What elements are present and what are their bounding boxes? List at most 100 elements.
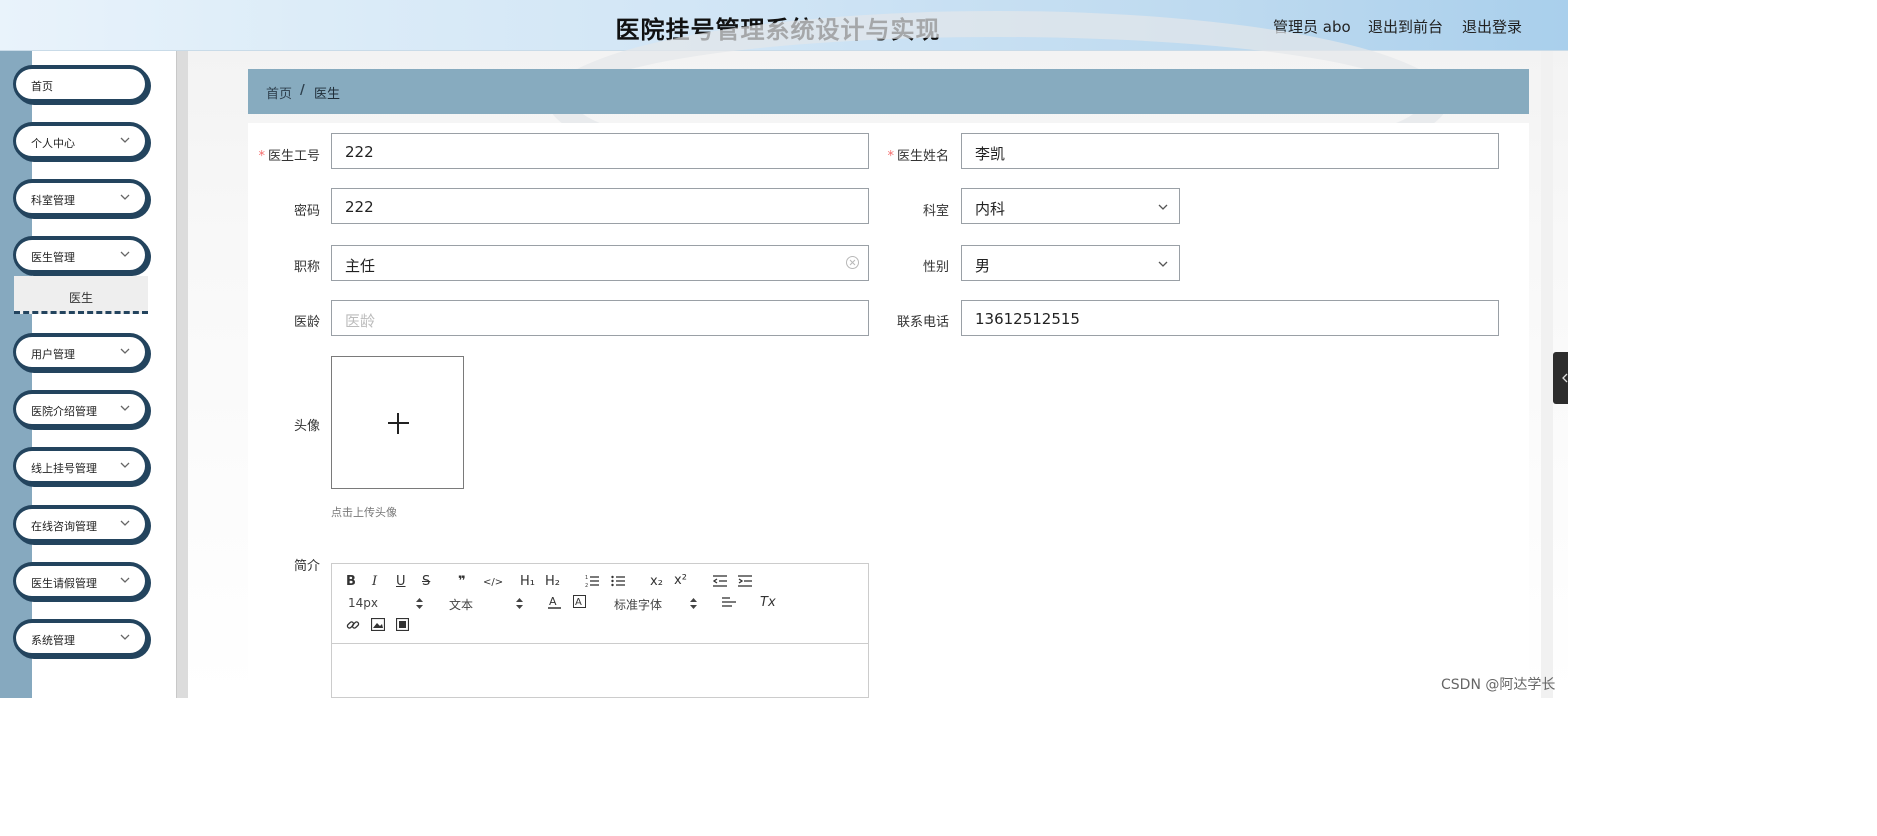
header-select[interactable]: 文本 — [449, 596, 525, 613]
title-input-value: 主任 — [345, 257, 376, 275]
phone-input[interactable]: 13612512515 — [961, 300, 1499, 336]
font-family-select[interactable]: 标准字体 — [614, 596, 698, 613]
strike-button[interactable]: S — [422, 574, 430, 590]
outdent-icon[interactable] — [713, 574, 727, 588]
clear-format-button[interactable]: Tx — [760, 595, 776, 611]
avatar-upload-tip: 点击上传头像 — [331, 506, 397, 519]
quote-button[interactable]: ❞ — [458, 574, 466, 590]
sidebar-item-doctor[interactable]: 医生管理 — [13, 236, 149, 274]
sidebar-item-user[interactable]: 用户管理 — [13, 333, 149, 371]
department-select-value: 内科 — [975, 200, 1006, 218]
sidebar-item-department[interactable]: 科室管理 — [13, 179, 149, 217]
main-scrollbar[interactable] — [1541, 51, 1553, 698]
image-icon[interactable] — [371, 618, 385, 631]
breadcrumb-home[interactable]: 首页 — [266, 83, 292, 102]
sidebar-item-label: 首页 — [31, 80, 53, 93]
background-color-icon[interactable]: A — [573, 595, 586, 609]
gender-select-value: 男 — [975, 257, 991, 275]
font-size-select[interactable]: 14px — [348, 596, 424, 610]
clear-icon[interactable] — [846, 256, 859, 269]
sidebar-item-label: 在线咨询管理 — [31, 520, 97, 533]
back-to-front-link[interactable]: 退出到前台 — [1368, 16, 1443, 37]
updown-icon — [416, 598, 423, 609]
bold-button[interactable]: B — [346, 574, 356, 590]
sidebar-item-personal-center[interactable]: 个人中心 — [13, 122, 149, 160]
chevron-down-icon — [120, 462, 130, 468]
sidebar-item-label: 医院介绍管理 — [31, 405, 97, 418]
sidebar-item-system[interactable]: 系统管理 — [13, 619, 149, 657]
chevron-down-icon — [120, 634, 130, 640]
gender-label: 性别 — [922, 260, 949, 275]
breadcrumb: 首页 / 医生 — [248, 69, 1529, 114]
chevron-down-icon — [1158, 204, 1168, 210]
gender-select[interactable]: 男 — [961, 245, 1180, 281]
italic-button[interactable]: I — [372, 574, 377, 590]
ordered-list-icon[interactable]: 1 2 — [585, 574, 599, 588]
chevron-left-icon — [1562, 373, 1568, 383]
rich-text-editor: B I U S ❞ </> H₁ H₂ 1 2 x₂ x² 14px 文本 A … — [331, 563, 869, 698]
video-icon[interactable] — [396, 618, 409, 631]
sidebar-item-doctor-leave[interactable]: 医生请假管理 — [13, 562, 149, 600]
avatar-label: 头像 — [293, 419, 320, 434]
chevron-down-icon — [1158, 261, 1168, 267]
bullet-list-icon[interactable] — [611, 574, 625, 588]
years-label: 医龄 — [293, 315, 320, 330]
font-color-icon[interactable]: A — [548, 595, 561, 609]
breadcrumb-current: 医生 — [314, 87, 341, 102]
intro-label: 简介 — [293, 559, 320, 574]
sidebar-item-hospital-intro[interactable]: 医院介绍管理 — [13, 390, 149, 428]
sidebar-item-online-registration[interactable]: 线上挂号管理 — [13, 447, 149, 485]
watermark: CSDN @阿达学长 — [1441, 677, 1556, 693]
avatar-upload-button[interactable] — [331, 356, 464, 489]
doctor-name-input[interactable]: 李凯 — [961, 133, 1499, 169]
sidebar-item-label: 线上挂号管理 — [31, 462, 97, 475]
link-icon[interactable] — [346, 618, 360, 632]
indent-icon[interactable] — [738, 574, 752, 588]
department-label: 科室 — [922, 204, 949, 219]
title-input[interactable]: 主任 — [331, 245, 869, 281]
header-select-value: 文本 — [449, 598, 474, 612]
title-label: 职称 — [293, 260, 320, 275]
h1-button[interactable]: H₁ — [520, 574, 535, 590]
sidebar-item-label: 系统管理 — [31, 634, 75, 647]
font-size-value: 14px — [348, 596, 378, 610]
updown-icon — [690, 598, 697, 609]
sidebar-item-label: 科室管理 — [31, 194, 75, 207]
chevron-down-icon — [120, 251, 130, 257]
chevron-down-icon — [120, 194, 130, 200]
sidebar-item-label: 医生请假管理 — [31, 577, 97, 590]
align-left-icon[interactable] — [722, 596, 736, 609]
code-button[interactable]: </> — [483, 575, 503, 591]
svg-text:2: 2 — [585, 583, 588, 588]
updown-icon — [516, 598, 523, 609]
underline-button[interactable]: U — [396, 574, 406, 590]
sidebar-subitem-label: 医生 — [68, 291, 93, 305]
doctor-name-label: * 医生姓名 — [887, 149, 949, 164]
sidebar-item-home[interactable]: 首页 — [13, 65, 149, 103]
sidebar-subitem-doctor[interactable]: 医生 — [14, 276, 148, 314]
superscript-button[interactable]: x² — [674, 573, 687, 589]
logout-link[interactable]: 退出登录 — [1462, 16, 1522, 37]
editor-content-area[interactable] — [332, 645, 868, 697]
sidebar-scrollbar[interactable] — [176, 51, 188, 698]
sidebar-item-label: 用户管理 — [31, 348, 75, 361]
breadcrumb-separator: / — [300, 83, 305, 98]
svg-text:A: A — [549, 595, 557, 608]
font-family-value: 标准字体 — [614, 598, 663, 612]
chevron-down-icon — [120, 348, 130, 354]
doctor-id-label: * 医生工号 — [258, 149, 320, 164]
phone-label: 联系电话 — [896, 315, 949, 330]
doctor-id-input[interactable]: 222 — [331, 133, 869, 169]
svg-text:A: A — [575, 597, 582, 608]
chevron-down-icon — [120, 520, 130, 526]
password-input[interactable]: 222 — [331, 188, 869, 224]
side-panel-toggle[interactable] — [1553, 352, 1568, 404]
department-select[interactable]: 内科 — [961, 188, 1180, 224]
subscript-button[interactable]: x₂ — [650, 574, 663, 590]
h2-button[interactable]: H₂ — [545, 574, 560, 590]
chevron-down-icon — [120, 577, 130, 583]
sidebar-item-online-consult[interactable]: 在线咨询管理 — [13, 505, 149, 543]
years-input[interactable]: 医龄 — [331, 300, 869, 336]
sidebar-item-label: 个人中心 — [31, 137, 75, 150]
sidebar: 首页 个人中心 科室管理 医生管理 医生 用户管理 医院介绍管理 线上挂号管理 … — [0, 51, 188, 698]
